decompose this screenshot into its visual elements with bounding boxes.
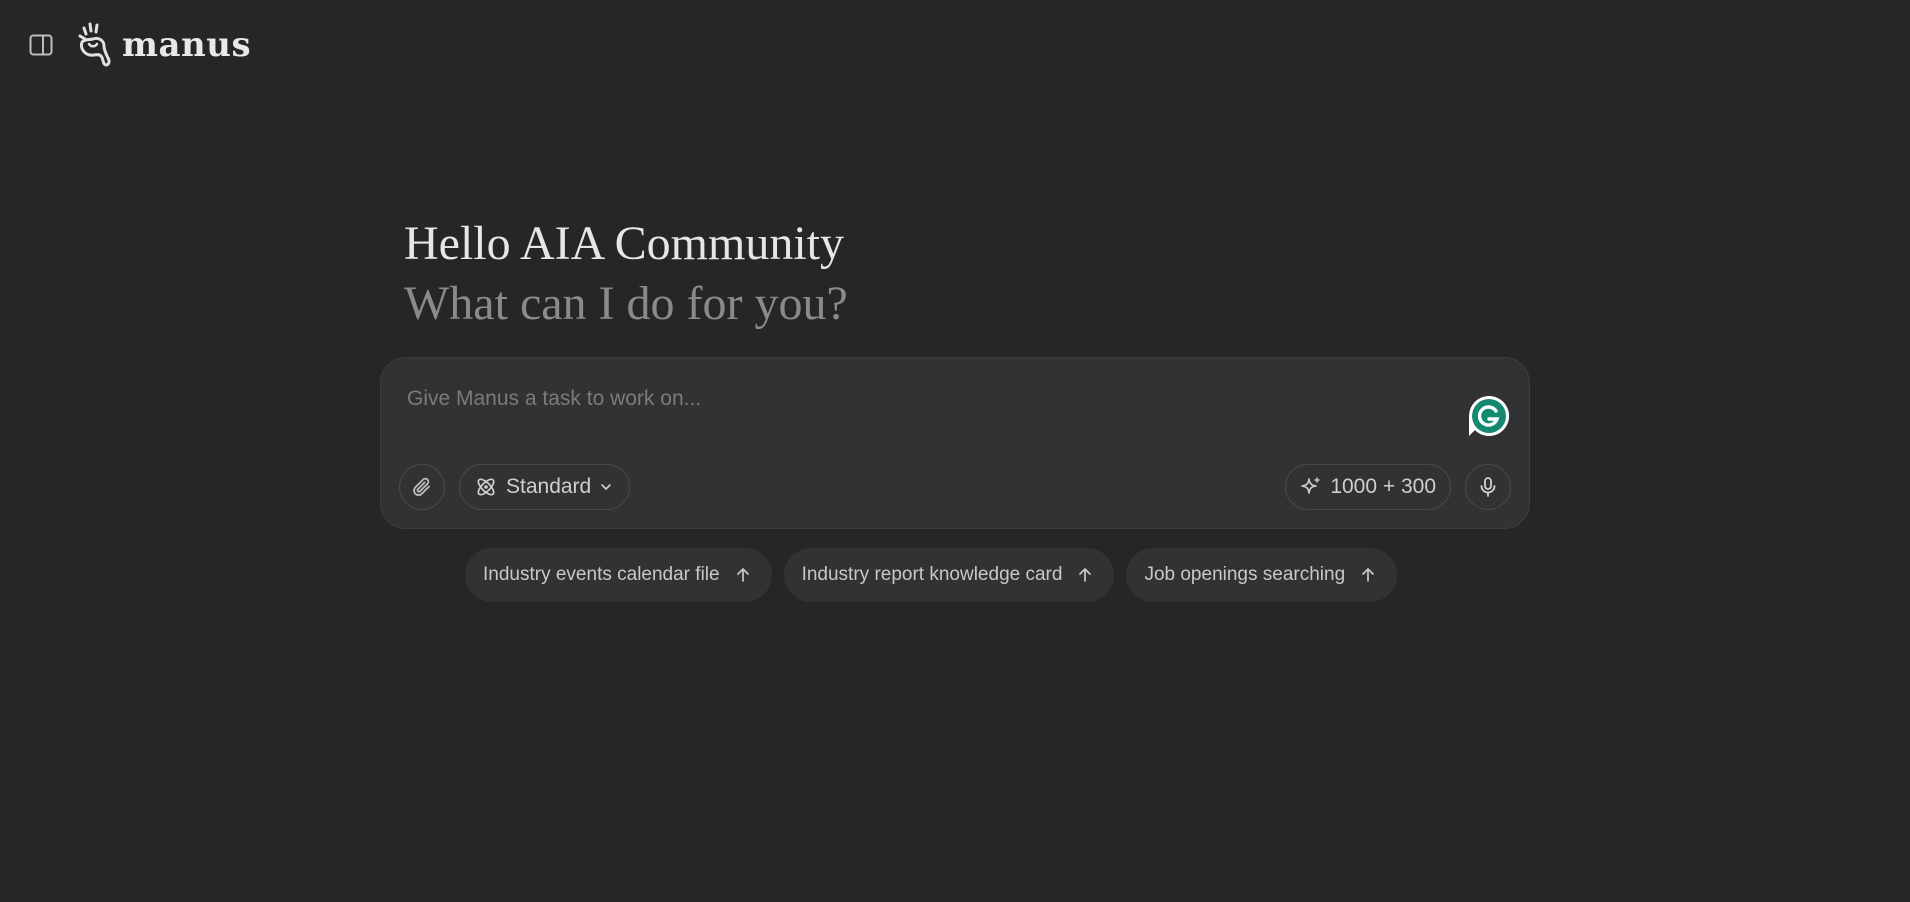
- app-root: manus Hello AIA Community What can I do …: [0, 0, 1910, 902]
- suggestion-label: Job openings searching: [1144, 564, 1346, 585]
- suggestion-label: Industry report knowledge card: [801, 564, 1063, 585]
- top-bar: manus: [26, 22, 251, 68]
- arrow-up-icon: [1359, 566, 1377, 584]
- sidebar-toggle-button[interactable]: [26, 30, 56, 60]
- arrow-up-icon: [734, 566, 752, 584]
- grammarly-icon[interactable]: [1467, 394, 1511, 438]
- sidebar-icon: [29, 34, 53, 56]
- paperclip-icon: [413, 477, 430, 496]
- suggestion-chips: Industry events calendar file Industry r…: [465, 548, 1398, 602]
- credits-label: 1000 + 300: [1330, 475, 1436, 498]
- greeting-subtitle: What can I do for you?: [404, 277, 848, 330]
- suggestion-chip-job-openings[interactable]: Job openings searching: [1126, 548, 1398, 602]
- manus-logo-icon: [74, 22, 114, 68]
- atom-icon: [474, 475, 498, 499]
- task-input[interactable]: [405, 380, 1449, 418]
- greeting: Hello AIA Community What can I do for yo…: [404, 214, 848, 334]
- task-composer: Standard 1000 + 300: [380, 357, 1530, 529]
- microphone-icon: [1480, 477, 1496, 497]
- attach-file-button[interactable]: [399, 464, 445, 510]
- arrow-up-icon: [1076, 566, 1094, 584]
- sparkle-icon: [1300, 476, 1322, 498]
- mode-selector[interactable]: Standard: [459, 464, 631, 510]
- credits-button[interactable]: 1000 + 300: [1285, 464, 1451, 510]
- voice-input-button[interactable]: [1465, 464, 1511, 510]
- mode-label: Standard: [506, 475, 592, 498]
- suggestion-chip-report-card[interactable]: Industry report knowledge card: [783, 548, 1115, 602]
- chevron-down-icon: [599, 480, 613, 494]
- greeting-title: Hello AIA Community: [404, 217, 845, 270]
- brand-logo-text: manus: [122, 25, 252, 65]
- suggestion-chip-events-calendar[interactable]: Industry events calendar file: [465, 548, 772, 602]
- suggestion-label: Industry events calendar file: [483, 564, 720, 585]
